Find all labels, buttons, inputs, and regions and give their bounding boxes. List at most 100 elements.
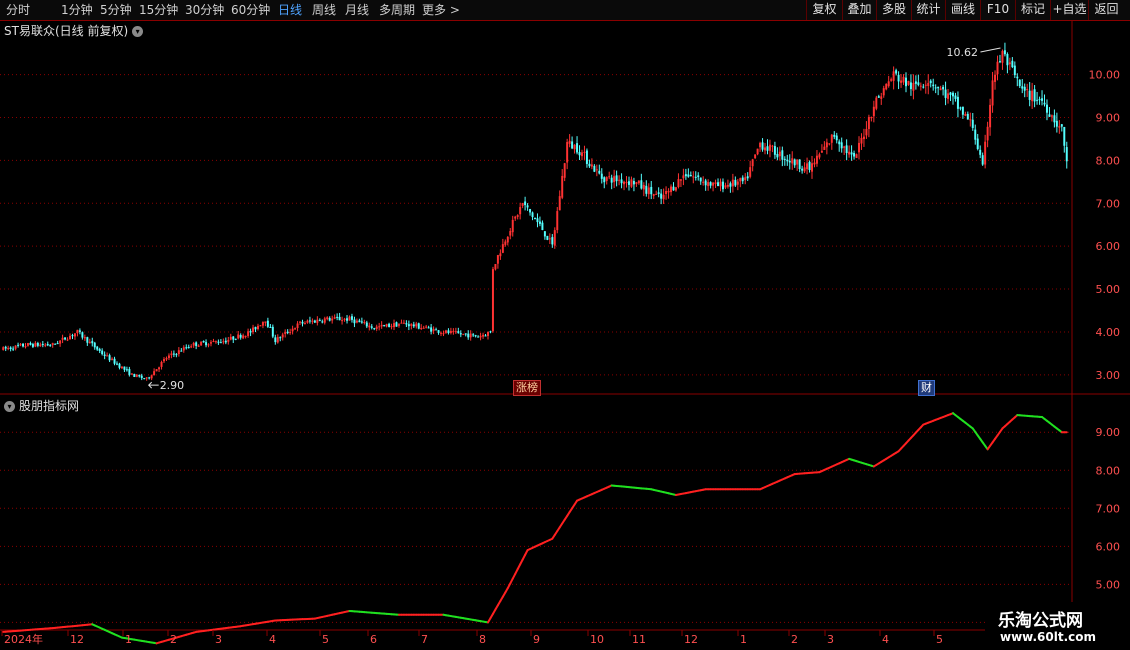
x-tick-label: 9	[533, 633, 540, 646]
candle-body	[865, 128, 868, 136]
y-tick-label: 10.00	[1089, 69, 1121, 82]
candle-body	[739, 178, 742, 182]
candle-body	[1001, 50, 1004, 63]
candle-body	[815, 155, 818, 164]
event-badge-finance[interactable]: 财	[918, 380, 935, 396]
candle-body	[536, 218, 539, 223]
candle-body	[217, 341, 220, 343]
candle-body	[4, 346, 7, 349]
candle-body	[39, 344, 42, 347]
candle-body	[833, 134, 836, 137]
candle-body	[341, 320, 344, 322]
x-tick-label: 12	[684, 633, 698, 646]
x-tick-label: 2024年	[4, 632, 43, 646]
candle-body	[608, 176, 611, 178]
candle-body	[652, 194, 655, 196]
candle-body	[858, 142, 860, 153]
candle-body	[313, 320, 316, 323]
x-tick-label: 5	[936, 633, 943, 646]
event-badge-limit-up[interactable]: 涨榜	[513, 380, 541, 396]
candle-body	[175, 354, 178, 356]
candle-body	[54, 343, 57, 345]
candle-body	[333, 317, 336, 319]
candle-body	[135, 374, 138, 377]
candle-body	[793, 159, 796, 166]
candle-body	[702, 181, 705, 183]
candle-body	[679, 179, 682, 181]
x-tick-label: 4	[269, 633, 276, 646]
candle-body	[519, 207, 522, 215]
candle-body	[944, 89, 947, 98]
candle-body	[603, 177, 606, 183]
candle-body	[425, 326, 428, 328]
candle-body	[108, 355, 111, 361]
candle-body	[64, 337, 67, 340]
candle-body	[803, 167, 806, 172]
candle-body	[895, 70, 898, 74]
candle-body	[531, 212, 534, 218]
candle-body	[892, 71, 895, 81]
candle-body	[393, 323, 396, 328]
x-tick-label: 7	[421, 633, 428, 646]
candle-body	[712, 182, 715, 186]
candle-body	[922, 86, 925, 88]
candle-body	[820, 150, 823, 153]
x-tick-label: 6	[370, 633, 377, 646]
candle-body	[380, 324, 383, 327]
candle-body	[744, 177, 747, 181]
candle-body	[630, 179, 633, 187]
candle-body	[798, 159, 801, 170]
candle-body	[17, 344, 20, 346]
candle-body	[449, 331, 452, 333]
candle-body	[153, 371, 156, 376]
candle-body	[511, 219, 514, 233]
candle-body	[98, 348, 101, 351]
candle-body	[306, 320, 309, 323]
candle-body	[51, 343, 54, 345]
candle-body	[301, 321, 304, 324]
candle-body	[627, 181, 630, 185]
candle-body	[118, 363, 121, 368]
candle-body	[1011, 60, 1014, 68]
x-tick-label: 11	[632, 633, 646, 646]
high-price-label: 10.62	[946, 46, 978, 59]
candle-body	[499, 253, 502, 257]
kline-chart[interactable]: 3.004.005.006.007.008.009.0010.004.005.0…	[0, 0, 1130, 650]
candle-body	[986, 126, 989, 141]
candle-body	[120, 366, 123, 369]
candle-body	[239, 335, 242, 338]
candle-body	[397, 324, 400, 326]
watermark-url: www.60lt.com	[1000, 630, 1097, 644]
candle-body	[610, 177, 613, 183]
candle-body	[726, 184, 729, 187]
candle-body	[1038, 99, 1041, 101]
candle-body	[734, 179, 737, 186]
candle-body	[969, 119, 972, 121]
candle-body	[1031, 90, 1034, 102]
candle-body	[232, 336, 235, 340]
candle-body	[566, 142, 569, 163]
x-tick-label: 10	[590, 633, 604, 646]
watermark-title: 乐淘公式网	[998, 611, 1083, 631]
candle-body	[697, 175, 700, 178]
candle-body	[818, 154, 821, 158]
candle-body	[279, 337, 282, 339]
candle-body	[650, 186, 653, 195]
candle-body	[370, 326, 373, 328]
candle-body	[835, 135, 838, 141]
candle-body	[786, 159, 789, 162]
y-tick-label: 9.00	[1096, 111, 1121, 124]
candle-body	[474, 335, 477, 337]
candle-body	[561, 175, 564, 198]
candle-body	[454, 331, 457, 333]
candle-body	[823, 146, 826, 150]
candle-body	[7, 348, 10, 350]
low-pointer-arrow	[147, 381, 159, 389]
candle-body	[160, 361, 163, 367]
candle-body	[756, 148, 759, 155]
candle-body	[979, 149, 982, 155]
candle-body	[974, 129, 977, 140]
candle-body	[749, 167, 752, 177]
candle-body	[163, 359, 165, 362]
candle-body	[407, 324, 410, 327]
